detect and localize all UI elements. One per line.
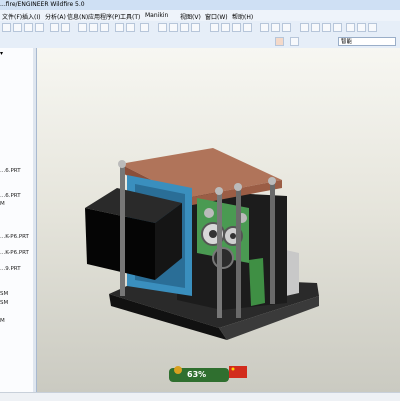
- secondary-toolbar: 智能: [0, 35, 400, 49]
- tree-item[interactable]: ...6.PRT: [0, 168, 21, 174]
- zoom-out-icon[interactable]: [169, 23, 178, 32]
- datum-icon[interactable]: [232, 23, 241, 32]
- roller-hub: [230, 233, 236, 239]
- post-cap: [118, 160, 126, 168]
- shade-icon[interactable]: [260, 23, 269, 32]
- save-icon[interactable]: [24, 23, 33, 32]
- post-cap: [268, 177, 276, 185]
- stop-icon[interactable]: [275, 37, 284, 46]
- model-render: [85, 148, 319, 340]
- menu-window[interactable]: 窗口(W): [205, 12, 228, 21]
- spin-center-icon[interactable]: [333, 23, 342, 32]
- dimension-icon[interactable]: [357, 23, 366, 32]
- post: [120, 166, 125, 296]
- flag-icon: [229, 366, 247, 378]
- mascot-icon: [174, 366, 182, 374]
- csys-icon[interactable]: [311, 23, 320, 32]
- window-title: ...fire/ENGINEER Wildfire 5.0: [0, 1, 85, 8]
- tree-settings-icon[interactable]: ▾: [0, 50, 3, 57]
- new-icon[interactable]: [2, 23, 11, 32]
- tree-item[interactable]: ...K-P6.PRT: [0, 250, 29, 256]
- axis-icon[interactable]: [243, 23, 252, 32]
- tree-scrollbar[interactable]: [33, 48, 36, 400]
- view-icon[interactable]: [210, 23, 219, 32]
- main-toolbar: [0, 21, 400, 36]
- menu-view[interactable]: 视图(V): [180, 12, 201, 21]
- rotate-icon[interactable]: [191, 23, 200, 32]
- paste-icon[interactable]: [100, 23, 109, 32]
- menu-bar: 文件(F) 插入(I) 分析(A) 信息(N) 应用程序(P) 工具(T) Ma…: [0, 10, 400, 21]
- menu-analysis[interactable]: 分析(A): [45, 12, 66, 21]
- plane-icon[interactable]: [300, 23, 309, 32]
- tree-item[interactable]: SM: [0, 291, 8, 297]
- open-icon[interactable]: [13, 23, 22, 32]
- menu-insert[interactable]: 插入(I): [22, 12, 40, 21]
- cut-icon[interactable]: [78, 23, 87, 32]
- menu-file[interactable]: 文件(F): [2, 12, 22, 21]
- menu-info[interactable]: 信息(N): [67, 12, 88, 21]
- smart-select-field[interactable]: 智能: [338, 37, 396, 46]
- zoom-in-icon[interactable]: [158, 23, 167, 32]
- widget-percent: 63%: [187, 370, 207, 379]
- layers-icon[interactable]: [221, 23, 230, 32]
- tree-item[interactable]: M: [0, 318, 5, 324]
- menu-help[interactable]: 帮助(H): [232, 12, 253, 21]
- wireframe-icon[interactable]: [271, 23, 280, 32]
- hidden-line-icon[interactable]: [282, 23, 291, 32]
- model-tree: ▾ ...6.PRT ...6.PRT M ...K-P6.PRT ...K-P…: [0, 48, 37, 400]
- menu-manikin[interactable]: Manikin: [145, 12, 168, 19]
- post-cap: [234, 183, 242, 191]
- roller-hub: [209, 230, 217, 238]
- tree-item[interactable]: ...9.PRT: [0, 266, 21, 272]
- regenerate-icon[interactable]: [115, 23, 124, 32]
- tree-item[interactable]: SM: [0, 300, 8, 306]
- redo-icon[interactable]: [61, 23, 70, 32]
- roller: [212, 247, 234, 269]
- repaint-icon[interactable]: [368, 23, 377, 32]
- tree-item[interactable]: M: [0, 201, 5, 207]
- bolt-head: [204, 208, 214, 218]
- refit-icon[interactable]: [180, 23, 189, 32]
- post: [270, 182, 275, 304]
- tree-item[interactable]: ...6.PRT: [0, 193, 21, 199]
- tree-item[interactable]: ...K-P6.PRT: [0, 234, 29, 240]
- filter-icon[interactable]: [290, 37, 299, 46]
- undo-icon[interactable]: [50, 23, 59, 32]
- green-connector: [249, 258, 265, 306]
- status-widget[interactable]: 63%: [165, 364, 250, 386]
- menu-applications[interactable]: 应用程序(P): [88, 12, 120, 21]
- graphics-viewport[interactable]: [37, 48, 400, 400]
- annotation-icon[interactable]: [346, 23, 355, 32]
- select-icon[interactable]: [140, 23, 149, 32]
- search-tool-icon[interactable]: [126, 23, 135, 32]
- copy-icon[interactable]: [89, 23, 98, 32]
- post: [217, 193, 222, 318]
- point-icon[interactable]: [322, 23, 331, 32]
- menu-tools[interactable]: 工具(T): [120, 12, 140, 21]
- post: [236, 188, 241, 318]
- post-cap: [215, 187, 223, 195]
- print-icon[interactable]: [35, 23, 44, 32]
